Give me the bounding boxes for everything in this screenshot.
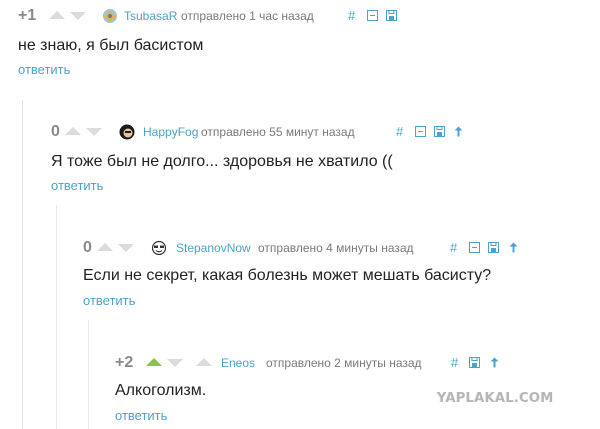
comment-timestamp: отправлено 1 час назад	[181, 9, 314, 23]
permalink-hash[interactable]: #	[348, 6, 355, 26]
avatar-icon[interactable]	[151, 240, 167, 256]
downvote-icon[interactable]	[118, 244, 134, 252]
username-link[interactable]: StepanovNow	[176, 238, 251, 258]
comment-rating: +1	[18, 7, 37, 24]
comment-timestamp: отправлено 2 минуты назад	[266, 356, 422, 370]
thread-line	[88, 320, 89, 429]
reply-link[interactable]: ответить	[18, 62, 70, 78]
reply-link[interactable]: ответить	[83, 293, 135, 309]
comment-text: Алкоголизм.	[115, 382, 207, 399]
upvote-icon[interactable]	[146, 358, 162, 366]
thread-line	[22, 100, 23, 429]
save-icon[interactable]	[386, 6, 397, 21]
upvote-icon[interactable]	[49, 11, 65, 19]
collapse-icon[interactable]	[415, 122, 426, 137]
downvote-icon[interactable]	[167, 359, 183, 367]
comment-text: Я тоже был не долго... здоровья не хвати…	[51, 153, 393, 170]
collapse-icon[interactable]	[367, 6, 378, 21]
save-icon[interactable]	[469, 353, 480, 368]
upvote-icon[interactable]	[65, 127, 81, 135]
thread-line	[56, 205, 57, 429]
comment-rating: 0	[83, 239, 92, 256]
downvote-icon[interactable]	[70, 12, 86, 20]
comment-text: не знаю, я был басистом	[18, 37, 204, 54]
save-icon[interactable]	[434, 122, 445, 137]
upvote-icon[interactable]	[97, 243, 113, 251]
comment-timestamp: отправлено 4 минуты назад	[258, 241, 414, 255]
comment-timestamp: отправлено 55 минут назад	[201, 125, 355, 139]
username-link[interactable]: TsubasaR	[124, 6, 177, 26]
parent-arrow-icon[interactable]	[509, 238, 518, 253]
collapse-icon[interactable]	[469, 238, 480, 253]
permalink-hash[interactable]: #	[396, 122, 403, 142]
reply-link[interactable]: ответить	[115, 408, 167, 424]
comment-rating: 0	[51, 123, 60, 140]
avatar-icon[interactable]	[119, 124, 135, 140]
downvote-icon[interactable]	[86, 128, 102, 136]
avatar-icon[interactable]	[102, 8, 118, 24]
parent-arrow-icon[interactable]	[490, 353, 499, 368]
comment-rating: +2	[115, 354, 134, 371]
permalink-hash[interactable]: #	[451, 353, 458, 373]
comment-text: Если не секрет, какая болезнь может меша…	[83, 267, 492, 284]
parent-arrow-icon[interactable]	[454, 122, 463, 137]
username-link[interactable]: Eneos	[221, 353, 255, 373]
username-link[interactable]: HappyFog	[143, 122, 198, 142]
reply-link[interactable]: ответить	[51, 178, 103, 194]
avatar-placeholder-icon	[196, 358, 212, 366]
permalink-hash[interactable]: #	[450, 238, 457, 258]
save-icon[interactable]	[488, 238, 499, 253]
watermark-logo: YAPLAKAL.COM	[437, 391, 554, 406]
